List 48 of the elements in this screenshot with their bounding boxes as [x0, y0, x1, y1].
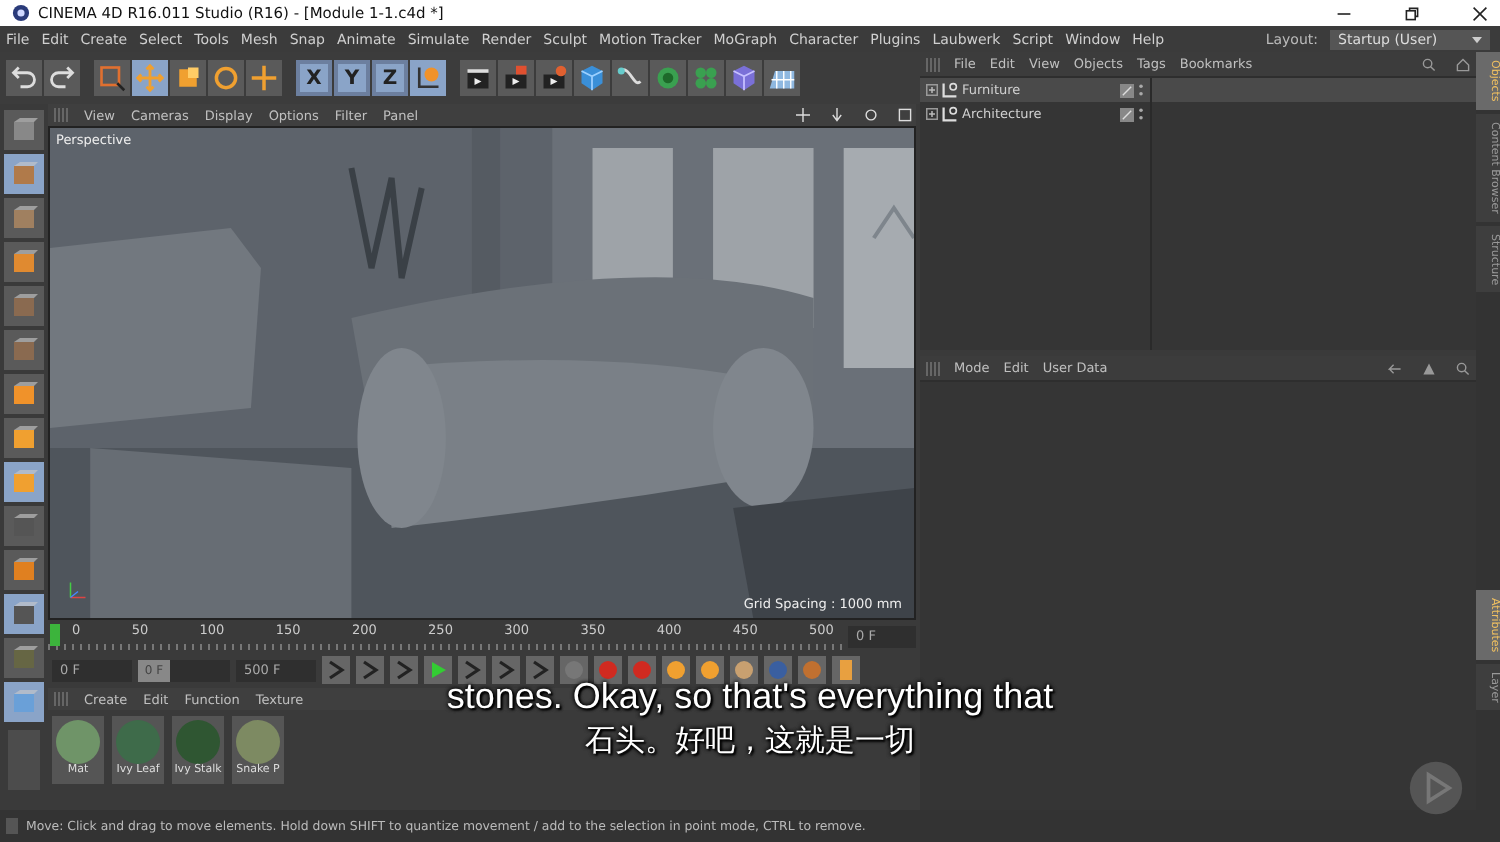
- subtitle-line: stones. Okay, so that's everything that: [446, 676, 1054, 718]
- subtitle-line: 石头。好吧，这就是一切: [585, 722, 915, 760]
- rotate-view-icon[interactable]: [864, 108, 878, 122]
- shaded-cube-icon[interactable]: [726, 60, 762, 96]
- maximize-view-icon[interactable]: [898, 108, 912, 122]
- layer-tag-icon[interactable]: [1120, 83, 1134, 97]
- close-icon[interactable]: [1472, 5, 1488, 21]
- expand-plus-icon[interactable]: [926, 108, 938, 120]
- play-overlay-icon[interactable]: [1408, 760, 1464, 816]
- app-logo-icon: [12, 4, 30, 22]
- move-view-icon[interactable]: [796, 108, 810, 122]
- selection-square-icon[interactable]: [94, 60, 130, 96]
- sphere-ring-icon[interactable]: [650, 60, 686, 96]
- clapper-render-icon[interactable]: [498, 60, 534, 96]
- visibility-dots-icon[interactable]: [1138, 106, 1144, 122]
- axis-toggle-button[interactable]: X: [296, 60, 332, 96]
- layer-tag-icon[interactable]: [1120, 107, 1134, 121]
- expand-plus-icon[interactable]: [926, 84, 938, 96]
- search-icon[interactable]: [1422, 57, 1436, 71]
- plus-arrows-icon[interactable]: [246, 60, 282, 96]
- cube-icon[interactable]: [574, 60, 610, 96]
- cube-icon[interactable]: [4, 154, 44, 194]
- search-icon[interactable]: [1456, 361, 1470, 375]
- solid-cube-icon[interactable]: [4, 374, 44, 414]
- caret-icon: [1472, 35, 1482, 43]
- back-arrow-icon[interactable]: [1388, 361, 1402, 375]
- pen-curve-icon[interactable]: [612, 60, 648, 96]
- axis-gizmo-icon: [66, 578, 90, 602]
- null-object-icon: [942, 106, 958, 122]
- zoom-view-icon[interactable]: [830, 108, 844, 122]
- cluster-icon[interactable]: [688, 60, 724, 96]
- rotate-ring-icon[interactable]: [208, 60, 244, 96]
- clapper-gear-icon[interactable]: [536, 60, 572, 96]
- axis-toggle-button[interactable]: Z: [372, 60, 408, 96]
- floor-grid-icon[interactable]: [764, 60, 800, 96]
- up-arrow-icon[interactable]: [1422, 361, 1436, 375]
- visibility-dots-icon[interactable]: [1138, 82, 1144, 98]
- null-object-icon: [942, 82, 958, 98]
- home-icon[interactable]: [1456, 57, 1470, 71]
- playhead-marker[interactable]: [50, 624, 60, 646]
- status-grip-icon: [6, 818, 18, 834]
- scale-square-icon[interactable]: [170, 60, 206, 96]
- play-icon[interactable]: [424, 656, 452, 684]
- restore-icon[interactable]: [1404, 5, 1420, 21]
- undo-icon[interactable]: [6, 60, 42, 96]
- redo-icon[interactable]: [44, 60, 80, 96]
- axis-toggle-button[interactable]: Y: [334, 60, 370, 96]
- clapper-icon[interactable]: [460, 60, 496, 96]
